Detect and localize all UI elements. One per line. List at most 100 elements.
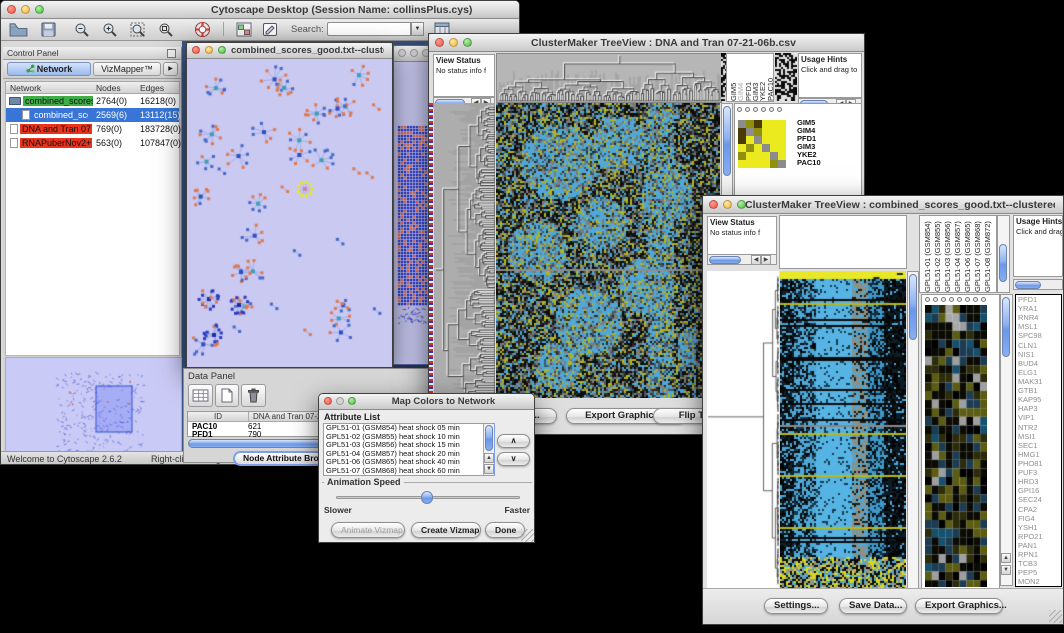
circle-icon[interactable] (925, 297, 930, 302)
attribute-item[interactable]: GPL51-03 (GSM856) heat shock 15 min (324, 441, 494, 450)
gene-list-item[interactable]: KAP95 (1016, 395, 1061, 404)
row-dendrogram-canvas[interactable] (434, 103, 495, 398)
main-titlebar[interactable]: Cytoscape Desktop (Session Name: collins… (1, 1, 519, 19)
gene-list-item[interactable]: SEC24 (1016, 495, 1061, 504)
gene-list-item[interactable]: NTR2 (1016, 423, 1061, 432)
minimize-button[interactable] (449, 38, 458, 47)
col-nodes[interactable]: Nodes (96, 82, 121, 94)
gene-list-item[interactable]: CLN1 (1016, 341, 1061, 350)
annotation-button[interactable] (259, 21, 281, 38)
minimize-button[interactable] (21, 5, 30, 14)
view-status-scrollbar[interactable]: ◀▶ (707, 254, 777, 265)
circle-icon[interactable] (949, 297, 954, 302)
gene-list-item[interactable]: TCB3 (1016, 559, 1061, 568)
float-panel-icon[interactable] (167, 49, 176, 58)
gene-list-item[interactable]: PHO81 (1016, 459, 1061, 468)
mini-heatmap[interactable] (738, 120, 786, 168)
speed-slider-thumb[interactable] (421, 491, 433, 504)
global-heatmap-canvas[interactable] (780, 271, 906, 589)
row-dendrogram-canvas[interactable] (707, 271, 779, 589)
gene-list-item[interactable]: HMG1 (1016, 450, 1061, 459)
gene-list-item[interactable]: MSI1 (1016, 432, 1061, 441)
settings-button[interactable]: Settings... (764, 598, 828, 614)
network-tree-row[interactable]: RNAPuberNov2+ 563(0) 107847(0) (6, 136, 179, 150)
close-button[interactable] (398, 49, 406, 57)
circle-icon[interactable] (941, 297, 946, 302)
gene-list-item[interactable]: SPC98 (1016, 331, 1061, 340)
scroll-up-button[interactable]: ▲ (1001, 553, 1011, 563)
column-dendrogram-canvas[interactable] (496, 53, 722, 103)
minimize-button[interactable] (205, 46, 213, 54)
gene-list-item[interactable]: YRA1 (1016, 304, 1061, 313)
gene-list-item[interactable]: PUF3 (1016, 468, 1061, 477)
close-button[interactable] (435, 38, 444, 47)
circle-icon[interactable] (745, 107, 750, 112)
zoom-selected-button[interactable] (127, 21, 149, 38)
resize-grip[interactable] (1049, 610, 1062, 623)
gene-list-item[interactable]: HRD3 (1016, 477, 1061, 486)
global-v-scrollbar[interactable] (907, 271, 919, 589)
circle-icon[interactable] (777, 107, 782, 112)
gene-list-item[interactable]: RPO21 (1016, 532, 1061, 541)
gene-list-item[interactable]: FIG4 (1016, 514, 1061, 523)
tab-network[interactable]: Network (7, 62, 91, 76)
treeview-dna-titlebar[interactable]: ClusterMaker TreeView : DNA and Tran 07-… (429, 34, 864, 52)
scroll-thumb[interactable] (709, 256, 741, 264)
gene-list-item[interactable]: PFD1 (1016, 295, 1061, 304)
usage-hints-scrollbar[interactable] (1013, 279, 1063, 290)
circle-icon[interactable] (753, 107, 758, 112)
scroll-down-button[interactable]: ▼ (1001, 565, 1011, 575)
attribute-item[interactable]: GPL51-02 (GSM855) heat shock 10 min (324, 433, 494, 442)
gene-list-item[interactable]: MSL1 (1016, 322, 1061, 331)
bg-network-canvas[interactable] (394, 62, 428, 364)
column-dendrogram-area[interactable] (779, 215, 907, 269)
save-session-button[interactable] (37, 21, 59, 38)
search-input[interactable] (327, 22, 411, 36)
circle-icon[interactable] (769, 107, 774, 112)
create-vizmap-button[interactable]: Create Vizmap (411, 522, 481, 538)
export-graphics-button[interactable]: Export Graphics... (915, 598, 1003, 614)
zoom-v-scrollbar[interactable]: ▲ ▼ (1000, 294, 1013, 586)
bg-network-titlebar[interactable] (394, 46, 428, 62)
resize-grip[interactable] (521, 529, 534, 542)
col-edges[interactable]: Edges (140, 82, 164, 94)
minimize-button[interactable] (410, 49, 418, 57)
save-data-button[interactable]: Save Data... (839, 598, 907, 614)
gene-list-item[interactable]: YSH1 (1016, 523, 1061, 532)
network-canvas[interactable] (187, 59, 392, 367)
zoom-button[interactable] (35, 5, 44, 14)
close-button[interactable] (7, 5, 16, 14)
scroll-thumb[interactable] (1002, 297, 1010, 357)
gene-list-item[interactable]: BUD4 (1016, 359, 1061, 368)
gene-list-item[interactable]: PEP5 (1016, 568, 1061, 577)
tab-overflow-button[interactable]: ▶ (163, 62, 178, 76)
network-view-titlebar[interactable]: combined_scores_good.txt--cluste... (187, 43, 392, 59)
delete-attribute-button[interactable] (241, 384, 266, 407)
dialog-titlebar[interactable]: Map Colors to Network (319, 394, 534, 410)
scroll-left-button[interactable]: ◀ (751, 255, 761, 265)
circle-icon[interactable] (973, 297, 978, 302)
gene-list-item[interactable]: MON2 (1016, 577, 1061, 586)
network-tree-row[interactable]: combined_scores 2764(0) 16218(0) (6, 94, 179, 108)
zoom-button[interactable] (218, 46, 226, 54)
list-v-scrollbar[interactable]: ▲ ▼ (483, 424, 494, 475)
scroll-down-button[interactable]: ▼ (484, 464, 494, 474)
gene-list-item[interactable]: GPI16 (1016, 486, 1061, 495)
gene-list-item[interactable]: ELG1 (1016, 368, 1061, 377)
zoom-in-button[interactable] (99, 21, 121, 38)
attribute-item[interactable]: GPL51-01 (GSM854) heat shock 05 min (324, 424, 494, 433)
scroll-up-button[interactable]: ▲ (484, 453, 494, 463)
gene-list-item[interactable]: PAN1 (1016, 541, 1061, 550)
animate-vizmap-button[interactable]: Animate Vizmap (331, 522, 405, 538)
tab-vizmapper[interactable]: VizMapper™ (93, 62, 161, 76)
circle-icon[interactable] (957, 297, 962, 302)
move-down-button[interactable]: ∨ (497, 452, 530, 466)
circle-icon[interactable] (981, 297, 986, 302)
zoom-heatmap-canvas[interactable] (925, 305, 987, 587)
attribute-item[interactable]: GPL51-07 (GSM868) heat shock 60 min (324, 467, 494, 476)
circle-icon[interactable] (965, 297, 970, 302)
heatmap-canvas[interactable] (496, 103, 720, 398)
move-up-button[interactable]: ∧ (497, 434, 530, 448)
zoom-out-button[interactable] (71, 21, 93, 38)
gene-list-item[interactable]: GTB1 (1016, 386, 1061, 395)
